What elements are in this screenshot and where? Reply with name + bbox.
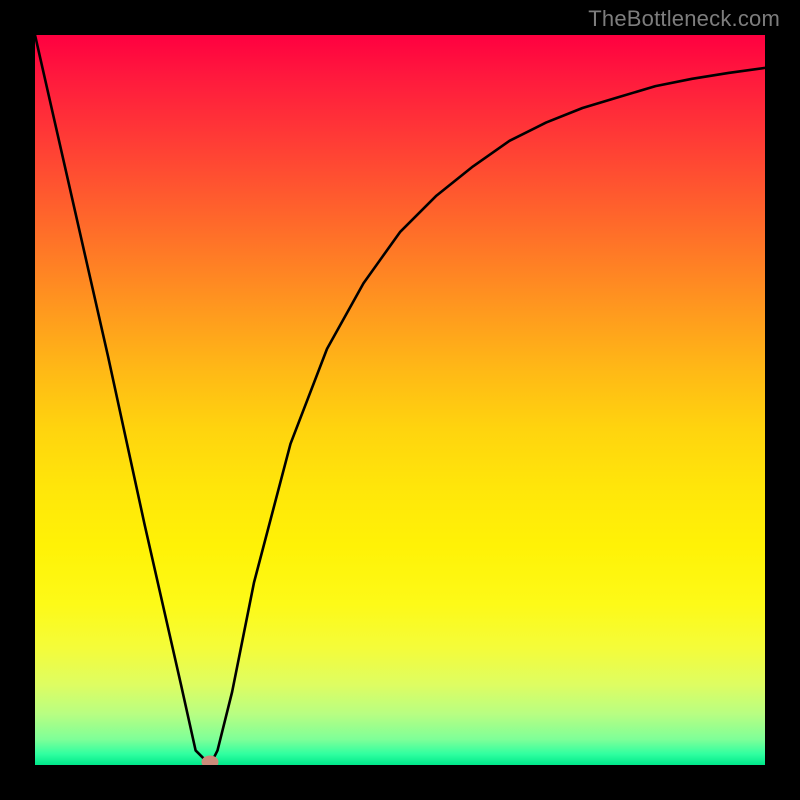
data-marker	[202, 756, 219, 766]
watermark-text: TheBottleneck.com	[588, 6, 780, 32]
plot-area	[35, 35, 765, 765]
chart-frame: TheBottleneck.com	[0, 0, 800, 800]
curve-line	[35, 35, 765, 765]
